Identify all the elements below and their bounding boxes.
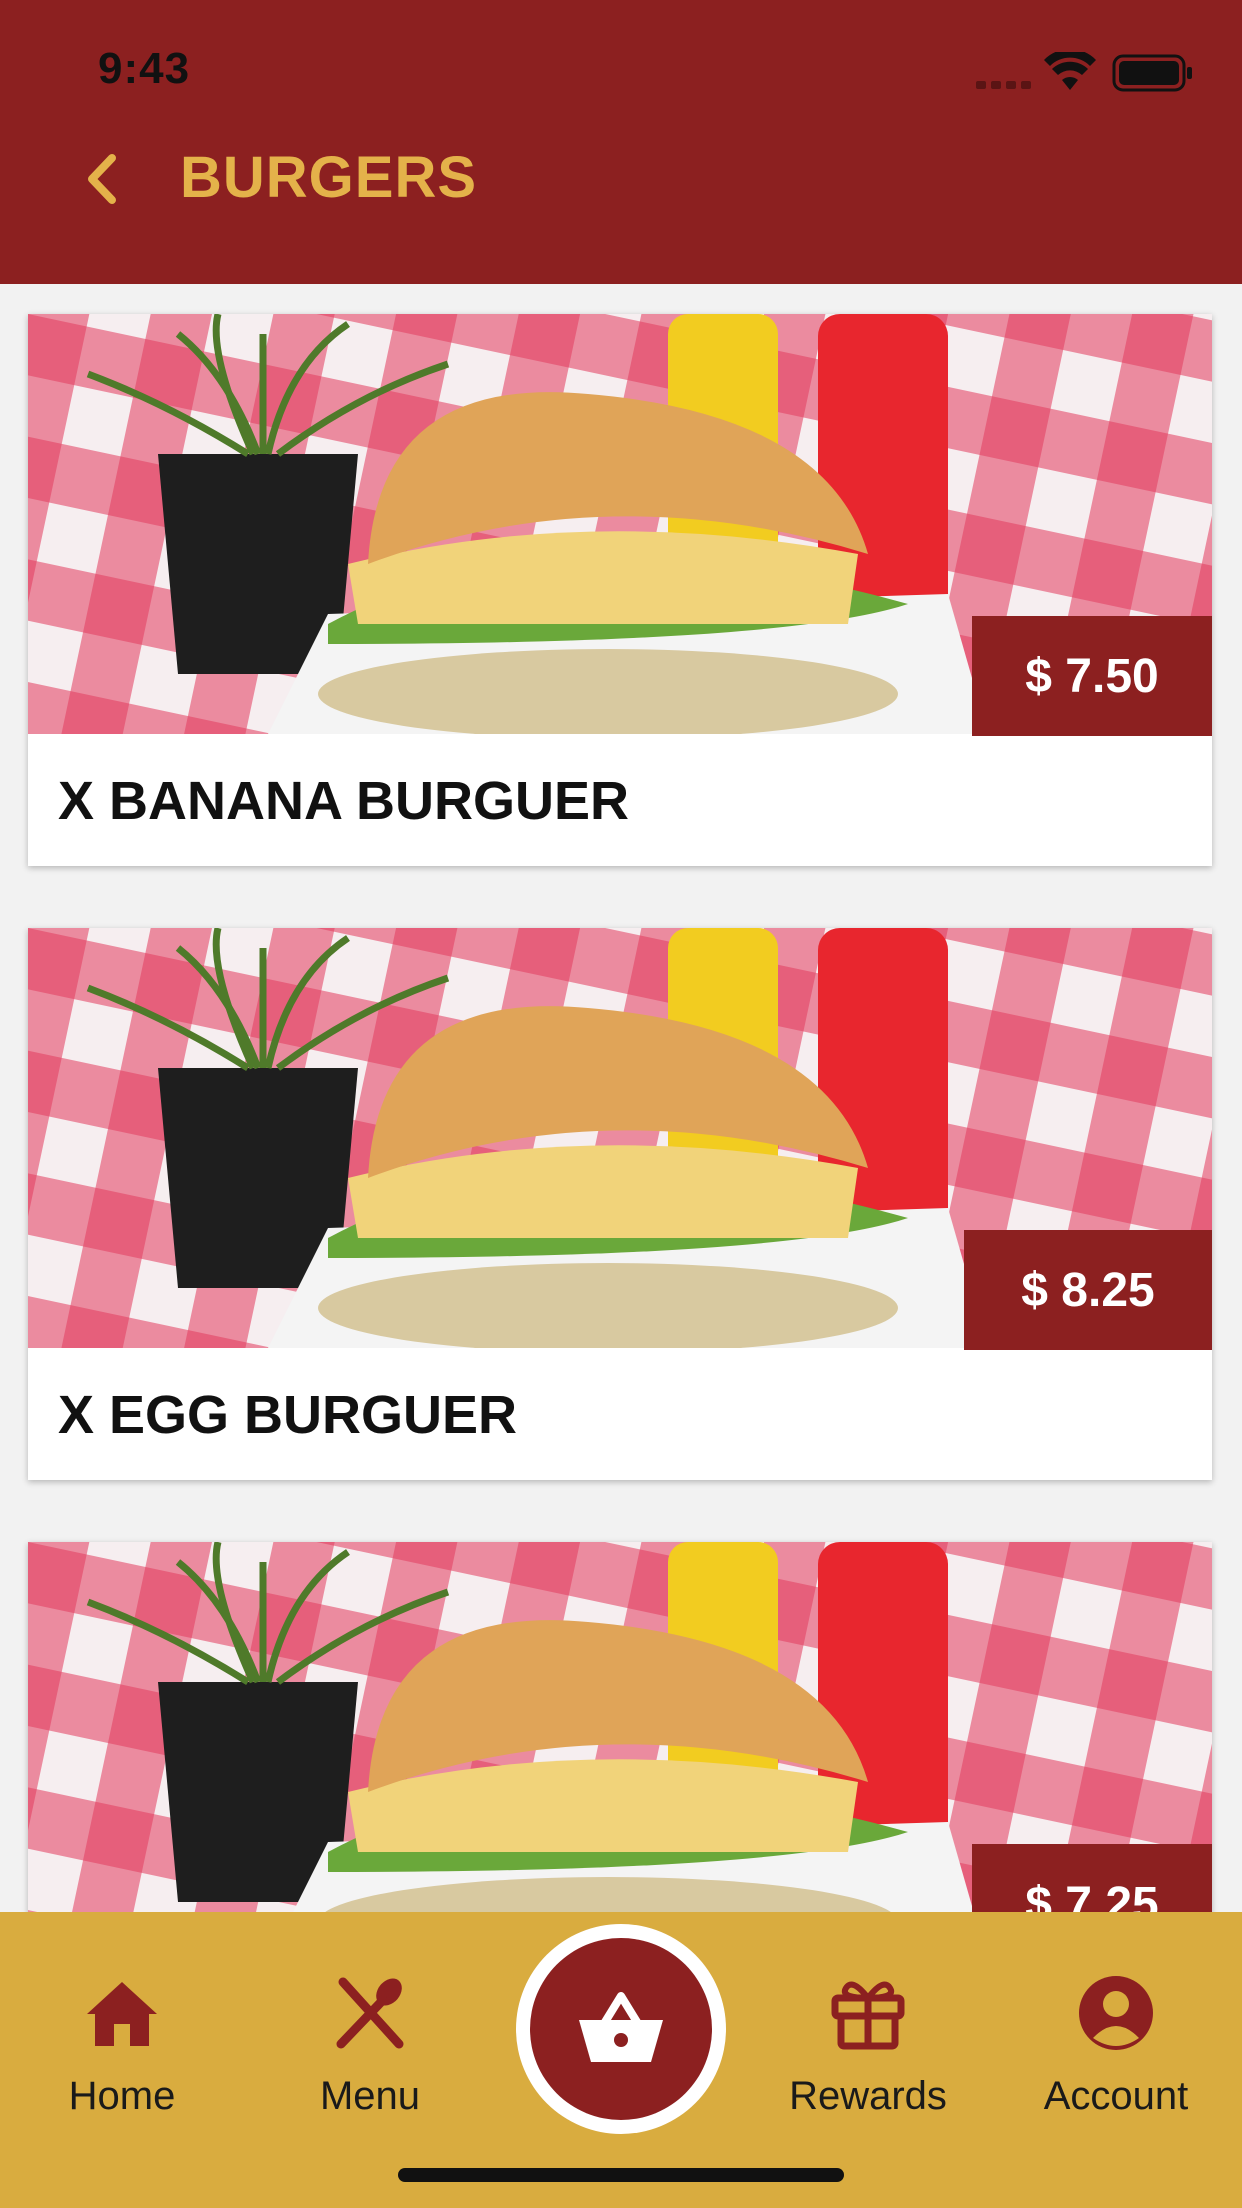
tab-home-label: Home	[68, 2074, 176, 2118]
battery-icon	[1112, 54, 1192, 92]
tab-menu-label: Menu	[319, 2074, 421, 2118]
back-chevron-icon[interactable]	[78, 150, 130, 208]
gift-icon	[831, 1981, 905, 2050]
app-header: 9:43 BURGERS	[0, 0, 1242, 284]
tab-home[interactable]: Home	[22, 1972, 222, 2122]
wifi-icon	[1044, 52, 1096, 90]
home-icon	[87, 1982, 157, 2046]
tab-account[interactable]: Account	[1016, 1972, 1216, 2122]
tab-account-label: Account	[1043, 2074, 1189, 2118]
cart-button[interactable]	[516, 1924, 726, 2134]
page-title: BURGERS	[180, 145, 478, 210]
tab-menu[interactable]: Menu	[270, 1972, 470, 2122]
price-tag: $ 8.25	[964, 1230, 1212, 1350]
tab-rewards[interactable]: Rewards	[768, 1972, 968, 2122]
tab-rewards-label: Rewards	[789, 2074, 947, 2118]
product-name: X EGG BURGUER	[58, 1385, 518, 1445]
price-tag: $ 7.50	[972, 616, 1212, 736]
product-card[interactable]: $ 7.25	[28, 1542, 1212, 1912]
product-name: X BANANA BURGUER	[58, 771, 630, 831]
price-tag: $ 7.25	[972, 1844, 1212, 1912]
status-time: 9:43	[98, 44, 191, 93]
product-list[interactable]: $ 7.50 X BANANA BURGUER $ 8.25 X EGG BUR…	[0, 284, 1242, 1912]
home-indicator	[398, 2168, 844, 2182]
utensils-icon	[336, 1977, 404, 2049]
basket-icon	[579, 1992, 663, 2062]
product-card[interactable]: $ 8.25 X EGG BURGUER	[28, 928, 1212, 1480]
product-card[interactable]: $ 7.50 X BANANA BURGUER	[28, 314, 1212, 866]
user-circle-icon	[1079, 1976, 1153, 2050]
cellular-signal-icon	[976, 76, 1036, 94]
